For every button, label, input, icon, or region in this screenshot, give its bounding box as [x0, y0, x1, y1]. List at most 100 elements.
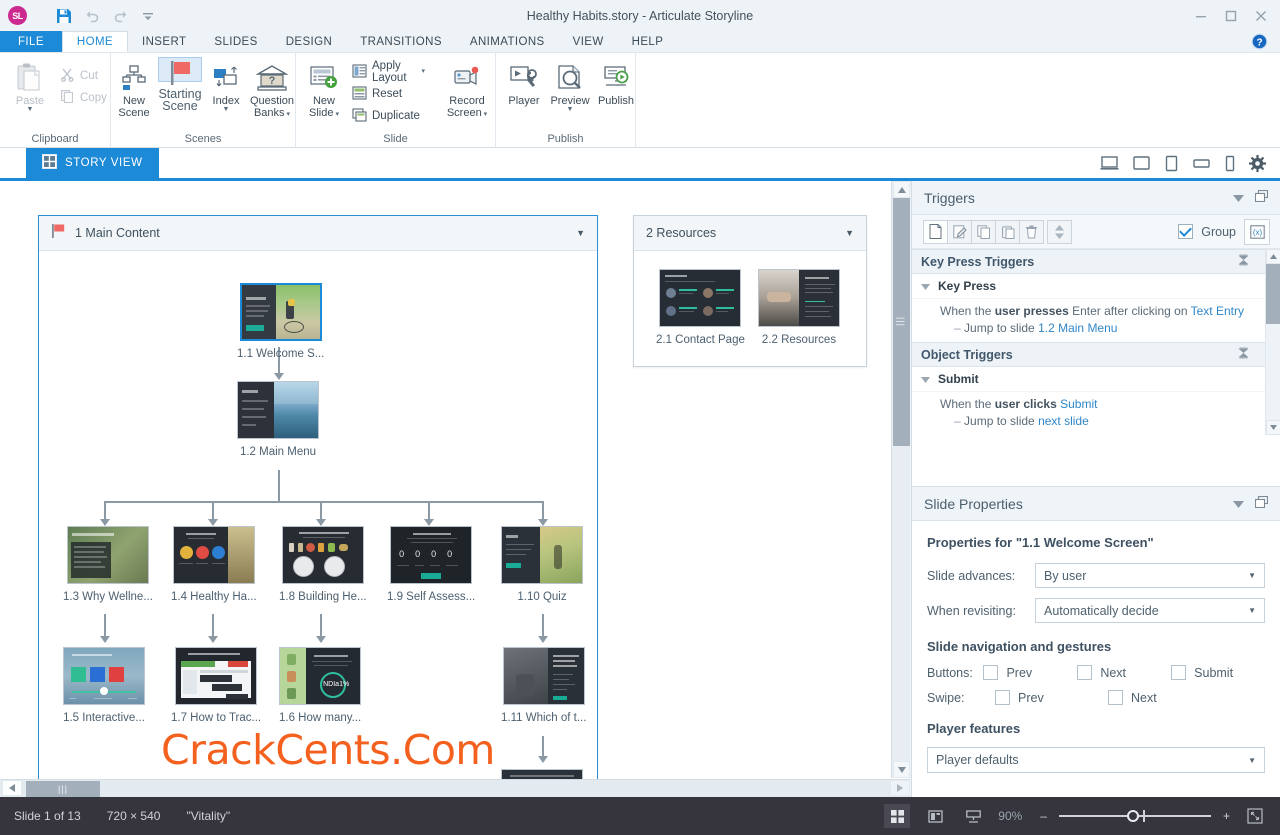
slide-thumbnail-1-11[interactable] [502, 647, 585, 705]
record-screen-button[interactable]: Record Screen ▾ [445, 57, 489, 121]
player-features-select[interactable]: Player defaults ▼ [927, 747, 1265, 773]
collapse-all-icon[interactable] [1238, 347, 1249, 362]
new-scene-button[interactable]: New Scene [112, 57, 156, 121]
slide-thumbnail-1-8[interactable] [281, 526, 364, 584]
edit-trigger-button[interactable] [947, 219, 972, 244]
canvas-vertical-scrollbar[interactable]: ||| [891, 181, 910, 778]
story-view-canvas[interactable]: 1 Main Content ▼ 1.1 Welcome S... 1.2 Ma… [0, 181, 910, 796]
checkbox-box[interactable] [1077, 665, 1093, 680]
fit-to-window-button[interactable] [1242, 804, 1268, 828]
tab-home[interactable]: HOME [61, 31, 128, 52]
slide-node-1-10[interactable]: 1.10 Quiz [501, 526, 583, 603]
scene-resources-menu-caret[interactable]: ▼ [845, 228, 854, 238]
chevron-down-icon[interactable] [921, 372, 930, 386]
tablet-landscape-preview-icon[interactable] [1132, 155, 1151, 171]
starting-scene-button[interactable]: Starting Scene [158, 57, 202, 112]
apply-layout-button[interactable]: Apply Layout ▾ [348, 60, 429, 84]
chevron-down-icon[interactable] [1233, 189, 1244, 207]
publish-button[interactable]: Publish [594, 57, 638, 109]
trigger-item-key-press[interactable]: When the user presses Enter after clicki… [912, 299, 1280, 342]
paste-button[interactable]: Paste ▼ [6, 57, 54, 115]
trigger-group-key-press[interactable]: Key Press [912, 274, 1280, 299]
paste-dropdown-caret[interactable]: ▼ [27, 106, 34, 113]
minimize-button[interactable] [1186, 2, 1216, 30]
phone-landscape-preview-icon[interactable] [1192, 156, 1211, 170]
settings-gear-icon[interactable] [1249, 154, 1266, 172]
slide-node-2-1[interactable]: 2.1 Contact Page [656, 269, 745, 346]
tablet-portrait-preview-icon[interactable] [1164, 155, 1179, 172]
record-screen-dropdown-caret[interactable]: ▾ [482, 111, 488, 118]
tab-view[interactable]: VIEW [559, 31, 618, 52]
copy-button[interactable]: Copy [56, 87, 111, 109]
slide-thumbnail-1-7[interactable] [175, 647, 258, 705]
slide-view-button[interactable] [922, 804, 948, 828]
tab-transitions[interactable]: TRANSITIONS [346, 31, 456, 52]
scroll-right-arrow[interactable] [890, 780, 910, 796]
tab-design[interactable]: DESIGN [272, 31, 347, 52]
slide-thumbnail-2-1[interactable] [659, 269, 742, 327]
slide-node-1-7[interactable]: 1.7 How to Trac... [171, 647, 261, 724]
scene-main-content-menu-caret[interactable]: ▼ [576, 228, 585, 238]
collapse-all-icon[interactable] [1238, 254, 1249, 269]
chevron-down-icon[interactable]: ▼ [1248, 606, 1256, 615]
help-icon[interactable]: ? [1251, 31, 1280, 52]
new-slide-dropdown-caret[interactable]: ▾ [334, 111, 339, 118]
story-view-tab[interactable]: STORY VIEW [26, 148, 159, 178]
slide-node-1-9[interactable]: 0000 1.9 Self Assess... [387, 526, 475, 603]
slide-node-1-8[interactable]: 1.8 Building He... [279, 526, 367, 603]
scene-resources-header[interactable]: 2 Resources ▼ [634, 216, 866, 251]
buttons-submit-checkbox[interactable]: Submit [1171, 665, 1265, 680]
new-trigger-button[interactable] [923, 219, 948, 244]
reorder-trigger-spinner[interactable] [1047, 219, 1072, 244]
chevron-down-icon[interactable]: ▼ [1248, 571, 1256, 580]
when-revisiting-select[interactable]: Automatically decide ▼ [1035, 598, 1265, 623]
scene-main-content-header[interactable]: 1 Main Content ▼ [39, 216, 597, 251]
variables-xy-icon[interactable]: (x) [1244, 218, 1270, 245]
slide-thumbnail-1-3[interactable] [66, 526, 149, 584]
slide-advances-select[interactable]: By user ▼ [1035, 563, 1265, 588]
tab-animations[interactable]: ANIMATIONS [456, 31, 559, 52]
undock-icon[interactable] [1254, 189, 1269, 207]
apply-layout-dropdown-caret[interactable]: ▾ [421, 68, 425, 75]
close-button[interactable] [1246, 2, 1276, 30]
chevron-down-icon[interactable] [1233, 495, 1244, 513]
save-icon[interactable] [51, 4, 77, 28]
zoom-out-button[interactable]: – [1040, 809, 1047, 823]
triggers-scrollbar[interactable] [1265, 249, 1280, 435]
maximize-button[interactable] [1216, 2, 1246, 30]
slide-thumbnail-1-6[interactable]: NDIa1% [279, 647, 362, 705]
chevron-down-icon[interactable]: ▼ [1248, 756, 1256, 765]
scroll-up-arrow[interactable] [893, 181, 910, 198]
new-slide-button[interactable]: New Slide ▾ [302, 57, 346, 121]
slide-node-1-11[interactable]: 1.11 Which of t... [501, 647, 586, 724]
scene-resources[interactable]: 2 Resources ▼ 2.1 Contact Page 2.2 Resou… [633, 215, 867, 367]
trigger-action-target[interactable]: 1.2 Main Menu [1038, 321, 1117, 335]
phone-portrait-preview-icon[interactable] [1224, 155, 1236, 172]
undo-icon[interactable] [79, 4, 105, 28]
cut-button[interactable]: Cut [56, 65, 111, 87]
trigger-text-part-3[interactable]: Submit [1060, 397, 1097, 411]
customize-qat-icon[interactable] [135, 4, 161, 28]
triggers-scroll-thumb[interactable] [1266, 264, 1280, 324]
trigger-item-submit[interactable]: When the user clicks Submit – Jump to sl… [912, 392, 1280, 435]
trigger-text-part-3[interactable]: Text Entry [1191, 304, 1244, 318]
slide-node-2-2[interactable]: 2.2 Resources [758, 269, 840, 346]
index-button[interactable]: Index ▼ [204, 57, 248, 115]
redo-icon[interactable] [107, 4, 133, 28]
buttons-prev-checkbox[interactable]: Prev [983, 665, 1077, 680]
delete-trigger-button[interactable] [1019, 219, 1044, 244]
form-view-button[interactable] [960, 804, 986, 828]
triggers-scroll-up-arrow[interactable] [1266, 249, 1280, 264]
slide-thumbnail-1-4[interactable] [172, 526, 255, 584]
zoom-knob[interactable] [1126, 810, 1139, 822]
checkbox-box[interactable] [1171, 665, 1187, 680]
slide-thumbnail-1-9[interactable]: 0000 [390, 526, 473, 584]
canvas-horizontal-scrollbar[interactable]: ||| [0, 779, 910, 797]
slide-node-1-4[interactable]: 1.4 Healthy Ha... [171, 526, 257, 603]
zoom-slider[interactable] [1058, 809, 1211, 823]
paste-trigger-button[interactable] [995, 219, 1020, 244]
index-dropdown-caret[interactable]: ▼ [223, 106, 230, 113]
tab-help[interactable]: HELP [618, 31, 678, 52]
slide-thumbnail-2-2[interactable] [758, 269, 840, 327]
slide-node-1-3[interactable]: 1.3 Why Wellne... [63, 526, 153, 603]
